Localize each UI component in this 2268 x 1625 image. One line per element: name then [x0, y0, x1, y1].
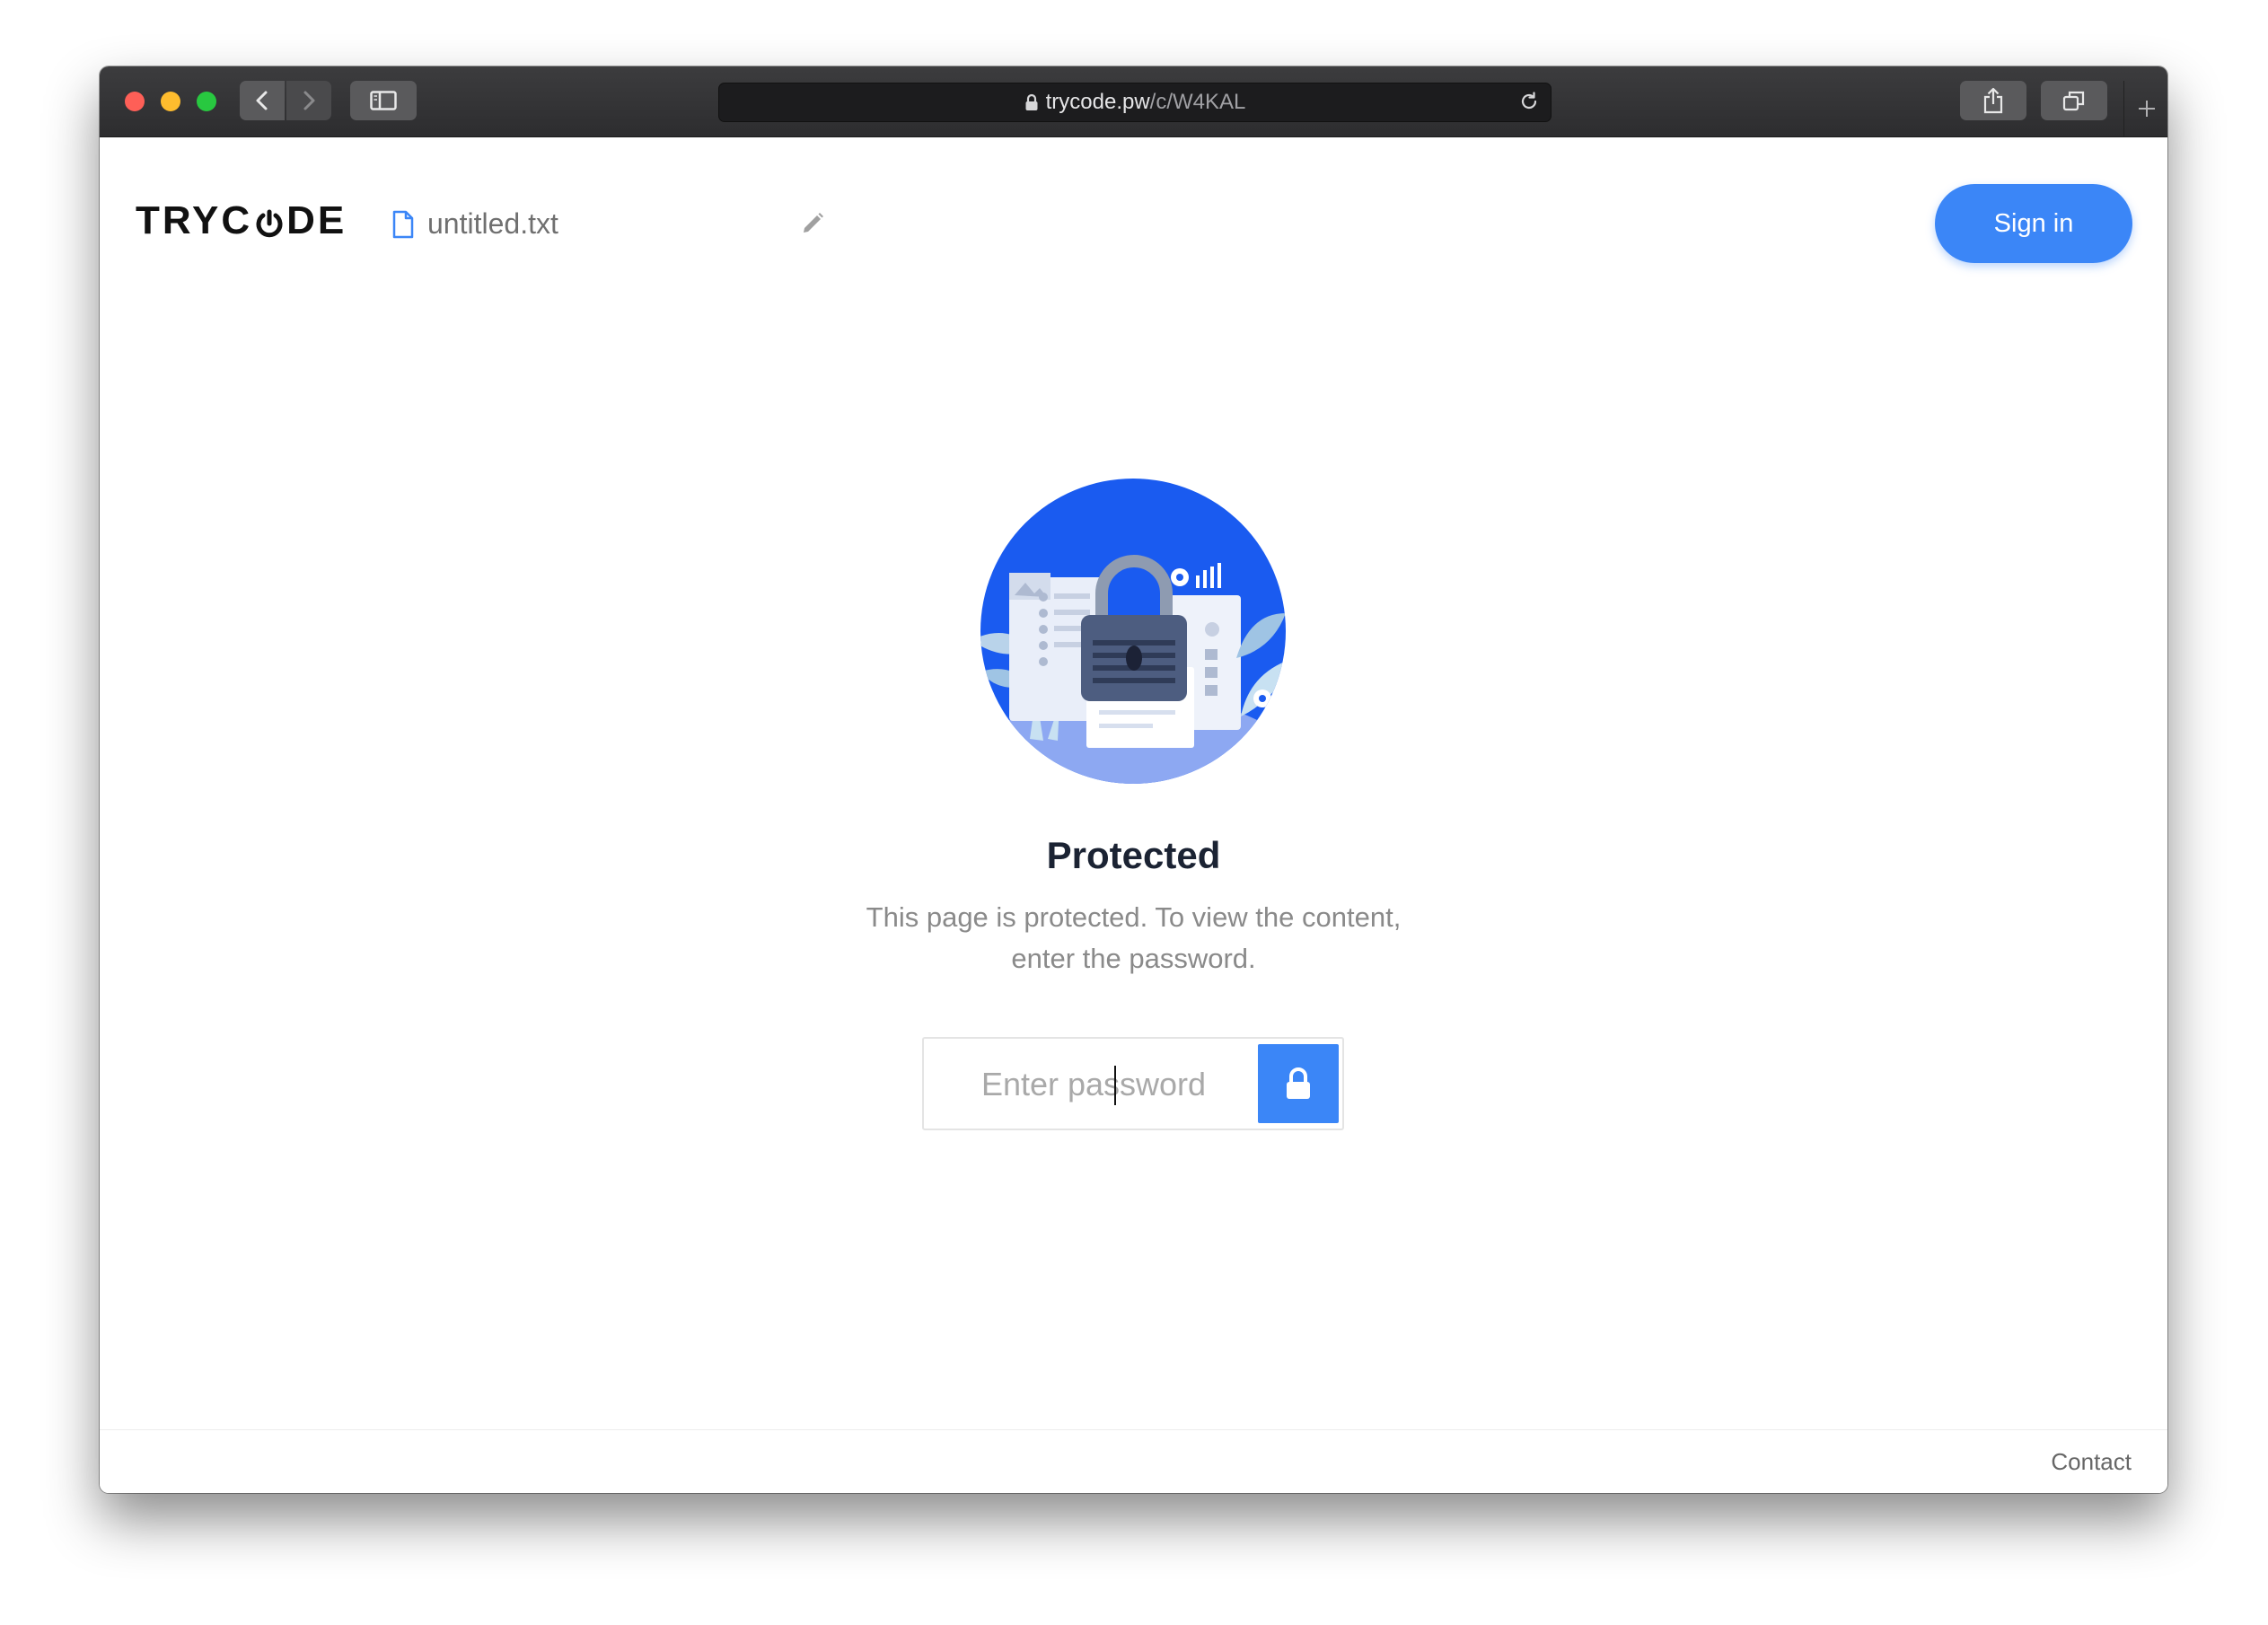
text-caret [1114, 1066, 1116, 1105]
address-bar[interactable]: trycode.pw/c/W4KAL [718, 83, 1552, 122]
back-button[interactable] [240, 81, 285, 120]
back-chevron-icon [256, 91, 268, 110]
padlock-icon [1287, 1067, 1310, 1099]
power-icon [253, 206, 286, 238]
password-form [922, 1037, 1344, 1130]
close-window-button[interactable] [125, 92, 145, 111]
sidebar-toggle-button[interactable] [350, 81, 417, 120]
description-line-2: enter the password. [1011, 943, 1256, 974]
browser-toolbar: trycode.pw/c/W4KAL [100, 66, 2167, 137]
logo-text-right: DE [286, 198, 347, 242]
forward-button[interactable] [286, 81, 331, 120]
description-line-1: This page is protected. To view the cont… [866, 901, 1402, 933]
logo-text-left: TRYC [136, 198, 253, 242]
password-input[interactable] [926, 1041, 1261, 1129]
file-icon [391, 210, 415, 239]
trycode-logo[interactable]: TRYC DE [136, 198, 347, 243]
protected-title: Protected [1046, 834, 1221, 876]
browser-window: trycode.pw/c/W4KAL TRYC DE untitled.txt … [100, 66, 2167, 1493]
page-content: TRYC DE untitled.txt Sign in Protected T… [100, 137, 2167, 1493]
tab-overview-button[interactable] [2041, 81, 2107, 120]
url-path: /c/W4KAL [1149, 90, 1246, 114]
protected-illustration [980, 479, 1286, 784]
lock-icon [1024, 93, 1039, 111]
url-host: trycode.pw [1045, 90, 1150, 114]
footer: Contact [100, 1429, 2167, 1493]
new-tab-button[interactable] [2123, 81, 2167, 136]
unlock-button[interactable] [1258, 1044, 1339, 1123]
minimize-window-button[interactable] [161, 92, 180, 111]
tabs-icon [2062, 91, 2085, 111]
share-button[interactable] [1960, 81, 2026, 120]
protected-description: This page is protected. To view the cont… [100, 897, 2167, 979]
file-name-field[interactable]: untitled.txt [391, 207, 558, 241]
forward-chevron-icon [303, 91, 315, 110]
plus-icon [2138, 101, 2155, 117]
reload-icon[interactable] [1518, 91, 1540, 119]
zoom-window-button[interactable] [197, 92, 216, 111]
share-icon [1983, 87, 2003, 114]
sidebar-icon [370, 91, 397, 110]
pencil-icon[interactable] [800, 211, 825, 236]
file-name: untitled.txt [427, 207, 558, 240]
contact-link[interactable]: Contact [2051, 1448, 2132, 1476]
sign-in-button[interactable]: Sign in [1935, 184, 2132, 263]
